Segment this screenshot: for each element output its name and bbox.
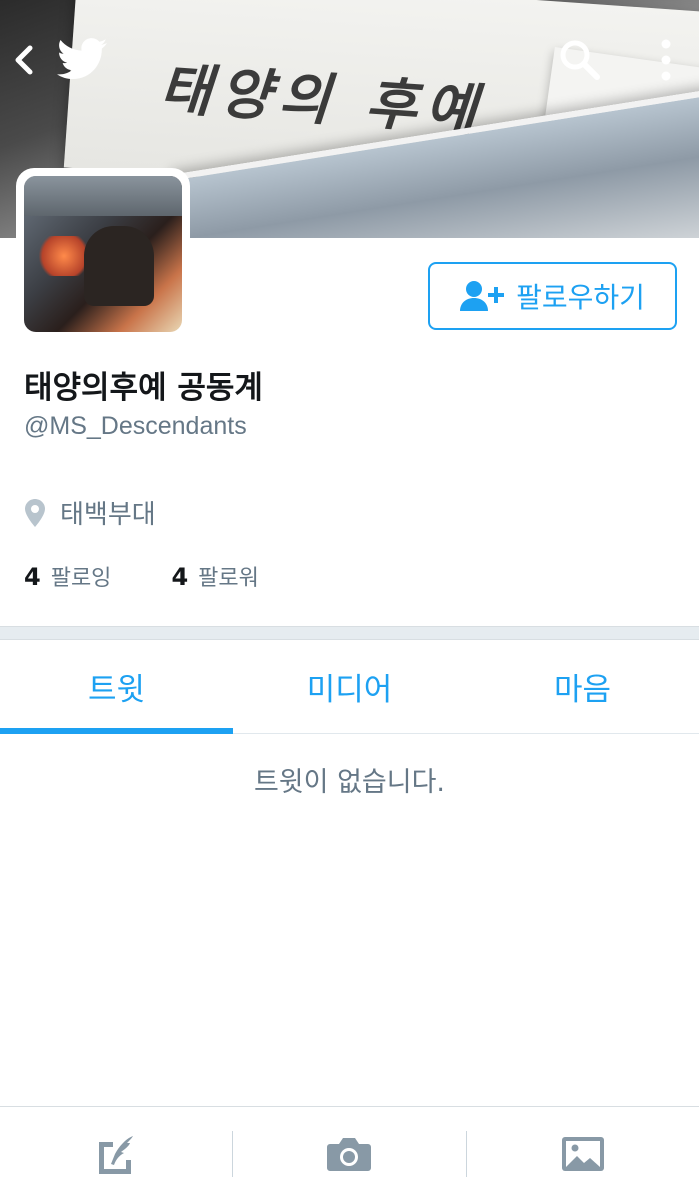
avatar-sky [24,176,182,216]
chevron-left-icon [15,45,33,75]
following-label: 팔로잉 [50,566,112,591]
more-vertical-icon [661,39,671,81]
section-divider [0,626,699,640]
compose-tweet-button[interactable] [0,1107,232,1200]
follow-button[interactable]: 팔로우하기 [428,262,677,330]
more-options-button[interactable] [646,32,686,88]
back-button[interactable] [6,36,42,84]
search-icon [560,40,600,80]
tab-media[interactable]: 미디어 [233,640,466,733]
tab-likes[interactable]: 마음 [466,640,699,733]
avatar-figure [84,226,154,306]
tab-tweets[interactable]: 트윗 [0,640,233,734]
profile-tabs: 트윗 미디어 마음 [0,640,699,734]
avatar [24,176,182,332]
location-pin-icon [25,498,45,527]
bottom-toolbar [0,1106,699,1200]
follow-stats: 4 팔로잉 4 팔로워 [24,560,259,592]
image-button[interactable] [467,1107,699,1200]
following-count: 4 [24,563,41,591]
compose-tweet-icon [99,1135,134,1174]
search-button[interactable] [552,32,608,88]
top-bar [0,0,699,120]
followers-count: 4 [171,563,189,591]
twitter-bird-icon [57,38,107,79]
avatar-frame[interactable] [16,168,190,340]
follow-button-label: 팔로우하기 [516,281,645,314]
followers-stat[interactable]: 4 팔로워 [171,560,258,592]
camera-icon [327,1137,372,1171]
location-text: 태백부대 [60,500,156,530]
empty-timeline-message: 트윗이 없습니다. [253,767,446,798]
twitter-logo[interactable] [54,34,110,84]
following-stat[interactable]: 4 팔로잉 [24,560,111,592]
add-user-icon [460,281,505,311]
display-name: 태양의후예 공동계 [24,370,263,406]
followers-label: 팔로워 [198,566,259,591]
location: 태백부대 [24,494,156,531]
camera-button[interactable] [233,1107,465,1200]
user-handle: @MS_Descendants [24,412,247,440]
image-icon [561,1136,604,1171]
